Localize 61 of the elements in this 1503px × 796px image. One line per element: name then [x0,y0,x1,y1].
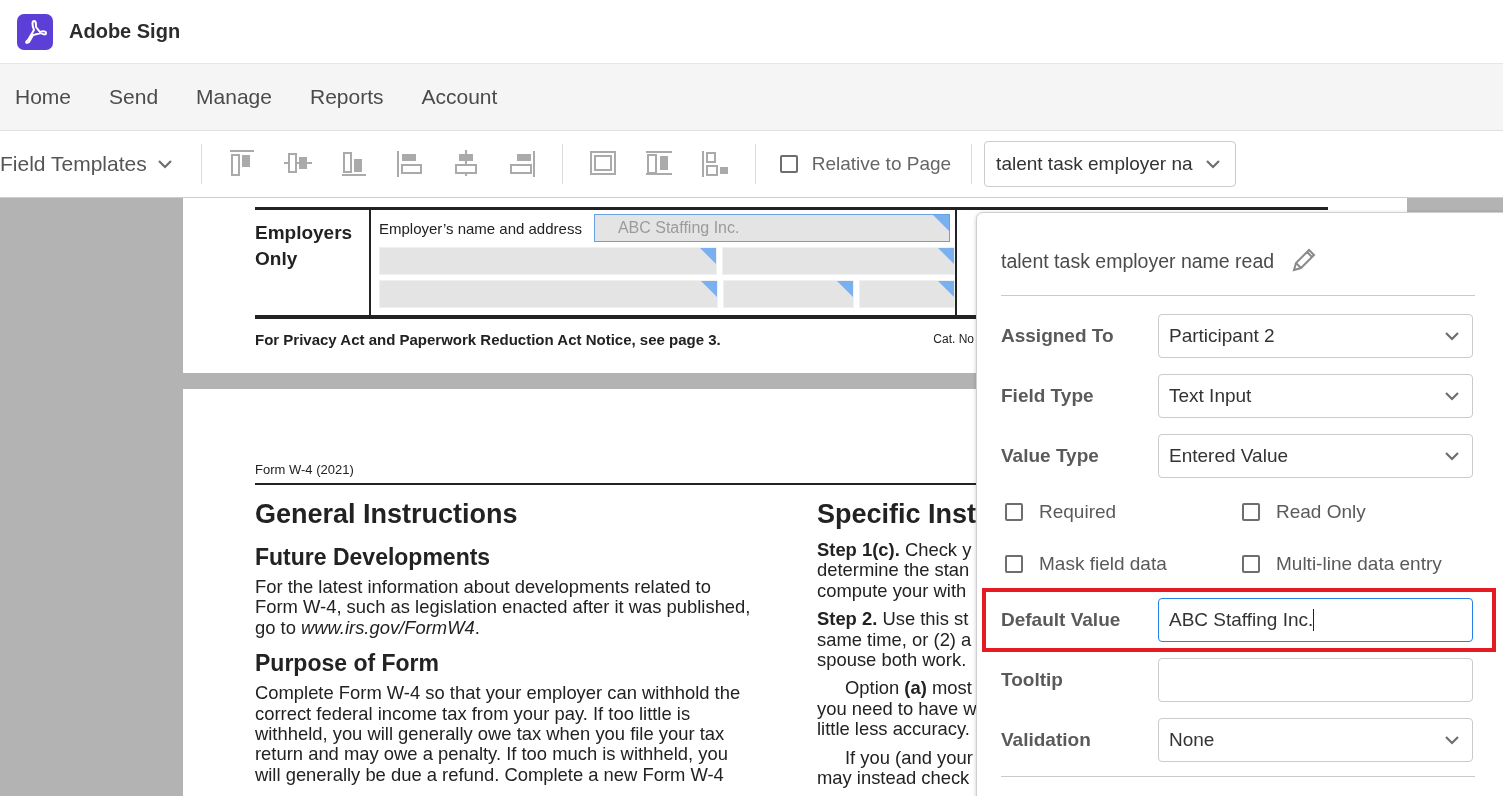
checkbox[interactable]: Multi-line data entry [1238,538,1475,590]
relative-to-page-checkbox[interactable]: Relative to Page [779,153,952,175]
form-field[interactable] [379,247,718,275]
app-title: Adobe Sign [69,20,181,43]
dropdown[interactable]: Text Input [1158,374,1473,418]
nav-link[interactable]: Home [15,85,72,109]
nav-link[interactable]: Reports [309,85,384,109]
paragraph: If you (and your may instead check [817,747,974,789]
field-dropdown[interactable]: talent task employer na [984,141,1236,187]
corner-marker-icon [938,248,954,264]
page-header: Form W-4 (2021) [255,462,354,477]
section-title: Specific Inst [817,499,977,530]
paragraph: Step 1(c). Check y determine the stan compute your with [817,540,973,602]
field-label: Tooltip [1001,669,1064,691]
field-label: Assigned To [1001,325,1115,347]
form-field[interactable] [722,247,955,275]
checkbox[interactable]: Read Only [1238,486,1475,538]
same-size-icon[interactable] [699,149,730,179]
section-heading: Future Developments [255,544,492,571]
text-input[interactable]: ABC Staffing Inc. [1158,598,1473,642]
field-label: Default Value [1001,609,1122,631]
field-label: Validation [1001,729,1092,751]
corner-marker-icon [938,281,954,297]
footer-note: For Privacy Act and Paperwork Reduction Act Notice, see page 3. [255,330,721,348]
checkbox[interactable]: Required [1001,486,1238,538]
corner-marker-icon [932,215,949,231]
chevron-down-icon [156,159,173,169]
pencil-icon[interactable] [1290,248,1317,274]
dropdown[interactable]: None [1158,718,1473,762]
text-input[interactable] [1158,658,1473,702]
chevron-down-icon [1444,331,1460,341]
checkbox[interactable]: Mask field data [1001,538,1238,590]
align-left-icon[interactable] [394,149,425,179]
paragraph: Step 2. Use this st same time, or (2) a spouse both work. [817,609,973,671]
chevron-down-icon [1444,451,1460,461]
app-logo-icon [17,13,53,50]
chevron-down-icon [1444,735,1460,745]
form-field[interactable] [379,280,718,308]
form-field[interactable] [723,280,854,308]
nav-link[interactable]: Send [109,85,159,109]
corner-marker-icon [700,248,717,264]
section-title: General Instructions [255,499,519,530]
dropdown[interactable]: Entered Value [1158,434,1473,478]
section-heading: Purpose of Form [255,650,440,678]
field-templates-dropdown[interactable]: Field Templates [0,152,189,176]
field-caption: Employer’s name and address [379,219,582,237]
nav-link[interactable]: Manage [196,85,272,109]
corner-marker-icon [837,281,853,297]
corner-marker-icon [701,281,717,297]
chevron-down-icon [1204,159,1221,169]
form-field[interactable] [859,280,955,308]
panel-title: talent task employer name read [1001,249,1275,273]
chevron-down-icon [1444,391,1460,401]
paragraph: For the latest information about developments related to Form W-4, such as legislation enacted after it was published, go to www.irs.gov/FormW4. [255,577,752,639]
dropdown[interactable]: Participant 2 [1158,314,1473,358]
nav-link[interactable]: Account [421,85,498,109]
field-label: Field Type [1001,385,1095,407]
paragraph: Complete Form W-4 so that your employer can withhold the correct federal income tax from your pay. If too little is withheld, you will generally owe tax when you file your tax return and may owe a penalty. If too much is withheld, you will generally be due a refund. Complete a new Form W-4 [255,683,742,786]
paragraph: Option (a) most you need to have w little less accuracy. [817,678,977,740]
catalog-number: Cat. No [933,332,974,346]
field-label: Value Type [1001,445,1100,467]
